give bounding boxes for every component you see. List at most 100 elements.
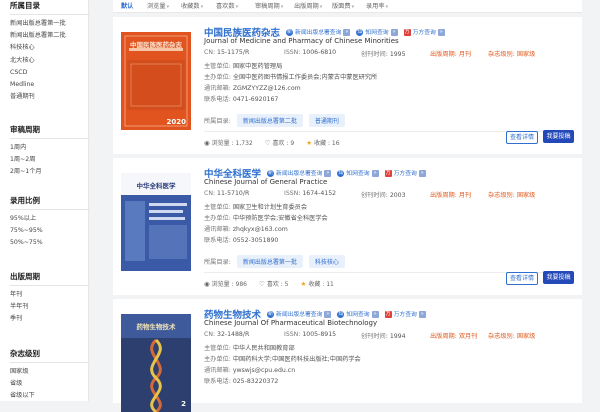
- xinwen-query-link[interactable]: 新新闻出版总署查询»: [267, 168, 332, 177]
- journal-ids-row: CN: 11-5710/R ISSN: 1674-4152 创刊时间: 2003 出版…: [204, 190, 564, 199]
- filter-option[interactable]: 半年刊: [10, 301, 98, 313]
- submit-paper-button[interactable]: 我要投稿: [543, 271, 574, 284]
- meta-row: 通讯邮箱: ZGMZYYZZ@126.com: [204, 83, 301, 92]
- filter-option[interactable]: 50%~75%: [10, 237, 98, 249]
- globe-icon: 新: [267, 311, 275, 318]
- section-divider: [10, 285, 90, 286]
- sort-label: 录用率: [366, 3, 385, 10]
- zhiwang-query-link[interactable]: 知知网查询»: [337, 309, 379, 318]
- stat-item: ★ 收藏 : 16: [306, 139, 340, 147]
- meta-row: 主办单位: 全国中医药图书情报工作委员会;内蒙古中蒙医研究所: [204, 72, 377, 81]
- section-divider: [10, 138, 90, 139]
- meta-cell: 杂志级别: 国家级: [488, 331, 535, 340]
- frequency-value: 月刊: [458, 51, 472, 58]
- meta-label: 通讯邮箱:: [204, 226, 231, 233]
- view-details-button[interactable]: 查看详情: [506, 131, 538, 144]
- zhiwang-query-link[interactable]: 知知网查询»: [356, 27, 398, 36]
- sort-option[interactable]: 录用率▾: [366, 1, 388, 10]
- meta-cell: 出版周期: 双月刊: [430, 331, 477, 340]
- level-value: 国家级: [516, 333, 536, 340]
- meta-label: 创刊时间:: [361, 51, 388, 58]
- organizer-value: 全国中医药图书情报工作委员会;内蒙古中蒙医研究所: [232, 74, 378, 81]
- stat-value: 5: [284, 281, 289, 288]
- meta-row: 主管单位: 国家卫生和计划生育委员会: [204, 202, 307, 211]
- meta-label: 杂志级别:: [488, 51, 515, 58]
- frequency-value: 月刊: [458, 192, 472, 199]
- meta-label: 创刊时间:: [361, 333, 388, 340]
- filter-option[interactable]: 2周~1个月: [10, 166, 98, 178]
- stat-item: ★ 收藏 : 11: [300, 280, 334, 288]
- stat-label: 收藏: [314, 140, 327, 147]
- sort-option[interactable]: 喜欢数▾: [216, 1, 238, 10]
- sort-option[interactable]: 出版周期▾: [294, 1, 322, 10]
- issn-value: 1006-6810: [302, 49, 337, 56]
- meta-label: CN:: [204, 190, 216, 197]
- filter-option[interactable]: 国家级: [10, 366, 98, 378]
- filter-option[interactable]: 95%以上: [10, 213, 98, 225]
- sort-caret-icon: ▾: [351, 4, 355, 10]
- journal-english-title: Chinese Journal Of Pharmaceutical Biotec…: [204, 319, 378, 327]
- wanfang-icon: 万: [384, 170, 392, 177]
- phone-value: 025-83220372: [232, 378, 279, 385]
- stat-value: 16: [331, 140, 340, 147]
- filter-option[interactable]: 新闻出版总署第二批: [10, 30, 98, 42]
- filter-option[interactable]: 省级: [10, 378, 98, 390]
- sort-caret-icon: ▾: [200, 4, 204, 10]
- filter-section-title: 录用比例: [10, 196, 40, 205]
- category-chip[interactable]: 科技核心: [308, 255, 345, 268]
- category-chip[interactable]: 新闻出版总署第一批: [236, 255, 303, 268]
- sort-option[interactable]: 审稿周期▾: [255, 1, 283, 10]
- sort-caret-icon: ▾: [280, 4, 284, 10]
- submit-paper-button[interactable]: 我要投稿: [543, 130, 574, 143]
- meta-row: 通讯邮箱: zhqkyx@163.com: [204, 224, 288, 233]
- wanfang-query-link[interactable]: 万万方查询»: [384, 168, 426, 177]
- cover-year-text: 2: [181, 400, 186, 408]
- sort-option[interactable]: 浏览量▾: [147, 1, 169, 10]
- filter-option[interactable]: 新闻出版总署第一批: [10, 18, 98, 30]
- page-scrollbar[interactable]: [593, 0, 600, 401]
- category-chip[interactable]: 普通期刊: [308, 114, 345, 127]
- filter-option[interactable]: 季刊: [10, 313, 98, 325]
- filter-option[interactable]: 1周内: [10, 142, 98, 154]
- stat-item: ♡ 喜欢 : 5: [258, 280, 289, 288]
- meta-cell: 杂志级别: 国家级: [488, 190, 535, 199]
- filter-option[interactable]: 年刊: [10, 289, 98, 301]
- meta-row: 主办单位: 中华预防医学会;安徽省全科医学会: [204, 213, 328, 222]
- sort-option[interactable]: 默认: [121, 1, 133, 10]
- filter-option[interactable]: 科技核心: [10, 42, 98, 54]
- globe-icon: 新: [267, 170, 275, 177]
- filter-option[interactable]: Medline: [10, 79, 98, 91]
- category-chip[interactable]: 新闻出版总署第二批: [236, 114, 303, 127]
- meta-label: 主管单位:: [204, 345, 231, 352]
- filter-option[interactable]: 1周~2周: [10, 154, 98, 166]
- journal-cover[interactable]: 中国民族医药杂志 2020: [121, 32, 191, 130]
- wanfang-query-link[interactable]: 万万方查询»: [384, 309, 426, 318]
- journal-cover[interactable]: 药物生物技术 2: [121, 314, 191, 412]
- journal-english-title: Journal of Medicine and Pharmacy of Chin…: [204, 37, 399, 45]
- journal-info: 中华全科医学新新闻出版总署查询» 知知网查询» 万万方查询» Chinese Jour…: [204, 158, 574, 295]
- stat-value: 1,732: [235, 140, 253, 147]
- cover-title-text: 中华全科医学: [136, 182, 176, 190]
- cover-year-text: 2020: [166, 118, 186, 126]
- sort-option[interactable]: 收藏数▾: [181, 1, 203, 10]
- cover-title-text: 中国民族医药杂志: [130, 41, 182, 49]
- query-label: 知网查询: [346, 312, 370, 318]
- filter-option[interactable]: 普通期刊: [10, 91, 98, 103]
- meta-label: 杂志级别:: [488, 192, 515, 199]
- sort-caret-icon: ▾: [385, 4, 389, 10]
- journal-stats: ◉ 浏览量 : 986 ♡ 喜欢 : 5 ★ 收藏 : 11: [204, 279, 346, 288]
- filter-option[interactable]: 75%~95%: [10, 225, 98, 237]
- filter-option[interactable]: CSCD: [10, 67, 98, 79]
- filter-option[interactable]: 北大核心: [10, 55, 98, 67]
- xinwen-query-link[interactable]: 新新闻出版总署查询»: [286, 27, 351, 36]
- sponsor-value: 国家卫生和计划生育委员会: [232, 204, 308, 211]
- xinwen-query-link[interactable]: 新新闻出版总署查询»: [267, 309, 332, 318]
- issn-value: 1674-4152: [302, 190, 337, 197]
- sort-option[interactable]: 版面费▾: [332, 1, 354, 10]
- zhiwang-query-link[interactable]: 知知网查询»: [337, 168, 379, 177]
- view-details-button[interactable]: 查看详情: [506, 272, 538, 285]
- eye-icon: ◉: [204, 280, 210, 288]
- meta-label: 主管单位:: [204, 204, 231, 211]
- wanfang-query-link[interactable]: 万万方查询»: [403, 27, 445, 36]
- journal-cover[interactable]: 中华全科医学: [121, 173, 191, 271]
